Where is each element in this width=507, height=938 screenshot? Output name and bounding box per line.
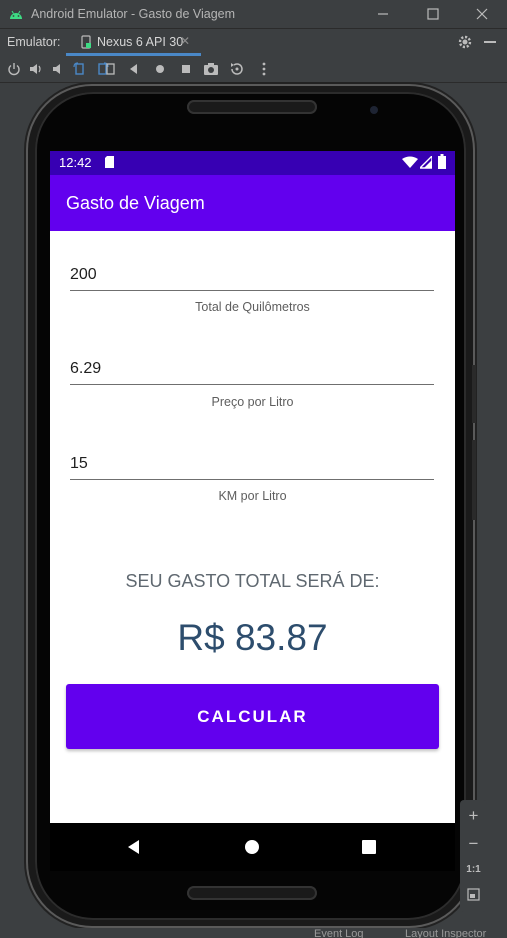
power-icon[interactable] (6, 61, 22, 77)
signal-icon (420, 156, 432, 169)
volume-down-icon[interactable] (50, 61, 66, 77)
distance-value: 200 (70, 266, 97, 283)
device-screen: 12:42 Gasto de Viagem 200 Total de Quilô… (50, 151, 455, 871)
zoom-actual-size-button[interactable]: 1:1 (460, 864, 487, 875)
result-value: R$ 83.87 (177, 617, 328, 658)
fuel-price-input[interactable]: 6.29 (70, 354, 434, 385)
android-logo-icon (10, 10, 22, 19)
ide-bottom-bar: Event Log Layout Inspector (0, 928, 507, 938)
maximize-window-button[interactable] (423, 4, 443, 24)
app-bar: Gasto de Viagem (50, 175, 455, 231)
emulator-label: Emulator: (7, 35, 61, 49)
km-per-liter-input[interactable]: 15 (70, 449, 434, 480)
device-icon (81, 35, 91, 49)
distance-caption: Total de Quilômetros (195, 300, 310, 314)
fuel-price-caption: Preço por Litro (211, 395, 294, 409)
sd-card-icon (105, 156, 114, 168)
home-icon[interactable] (152, 61, 168, 77)
maximize-icon (427, 8, 439, 20)
camera-icon[interactable] (203, 61, 219, 77)
window-titlebar: Android Emulator - Gasto de Viagem (0, 0, 507, 28)
more-options-icon[interactable] (256, 61, 272, 77)
nav-back-icon[interactable] (125, 838, 143, 856)
nav-overview-icon[interactable] (360, 838, 378, 856)
result-label: SEU GASTO TOTAL SERÁ DE: (125, 571, 380, 591)
zoom-panel: + − 1:1 (460, 800, 487, 912)
status-time: 12:42 (59, 155, 92, 170)
minimize-icon (378, 13, 388, 15)
battery-icon (438, 154, 446, 169)
status-bar: 12:42 (50, 151, 455, 175)
km-per-liter-value: 15 (70, 455, 88, 472)
volume-up-icon[interactable] (28, 61, 44, 77)
layout-inspector-link[interactable]: Layout Inspector (405, 928, 486, 938)
rotate-left-icon[interactable] (72, 61, 88, 77)
hide-panel-icon[interactable] (484, 41, 496, 43)
zoom-out-button[interactable]: − (460, 834, 487, 854)
device-tab-label: Nexus 6 API 30 (97, 35, 184, 49)
nav-home-icon[interactable] (243, 838, 261, 856)
window-title: Android Emulator - Gasto de Viagem (31, 7, 236, 21)
minimize-window-button[interactable] (373, 4, 393, 24)
emulator-toolbar (0, 56, 507, 83)
calculate-button[interactable]: CALCULAR (66, 684, 439, 749)
gear-icon[interactable] (457, 34, 473, 50)
navigation-bar (50, 823, 455, 871)
volume-side-button (472, 440, 476, 520)
fuel-price-value: 6.29 (70, 360, 102, 377)
fit-screen-icon[interactable] (467, 888, 480, 901)
top-speaker (187, 100, 317, 114)
front-camera (370, 106, 378, 114)
close-window-button[interactable] (472, 4, 492, 24)
back-icon[interactable] (126, 61, 142, 77)
close-tab-icon[interactable]: ✕ (180, 34, 190, 48)
power-side-button (472, 365, 476, 423)
snapshot-icon[interactable] (229, 61, 245, 77)
close-icon (476, 8, 488, 20)
device-tab[interactable]: Nexus 6 API 30 ✕ (66, 29, 201, 56)
emulator-bar: Emulator: Nexus 6 API 30 ✕ (0, 28, 507, 56)
bottom-speaker (187, 886, 317, 900)
km-per-liter-caption: KM por Litro (218, 489, 287, 503)
wifi-icon (402, 156, 418, 168)
zoom-in-button[interactable]: + (460, 806, 487, 826)
overview-icon[interactable] (178, 61, 194, 77)
distance-input[interactable]: 200 (70, 260, 434, 291)
app-title: Gasto de Viagem (66, 193, 205, 213)
fold-icon[interactable] (101, 61, 117, 77)
event-log-link[interactable]: Event Log (314, 928, 364, 938)
